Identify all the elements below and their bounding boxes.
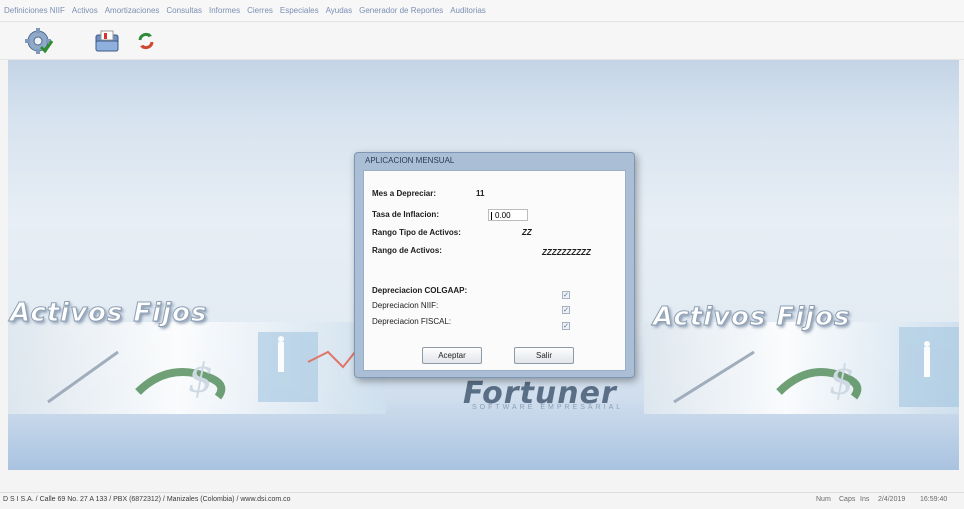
- folder-icon[interactable]: [92, 27, 122, 55]
- tasa-value: 0.00: [495, 211, 511, 220]
- caps-lock-indicator: Caps: [839, 496, 856, 503]
- menu-ayudas[interactable]: Ayudas: [326, 6, 353, 15]
- rango-tipo-label: Rango Tipo de Activos:: [372, 228, 461, 237]
- menu-bar: Definiciones NIIF Activos Amortizaciones…: [0, 0, 964, 22]
- dep-colgaap-checkbox[interactable]: ✓: [562, 291, 570, 299]
- insert-indicator: Ins: [860, 496, 870, 503]
- dep-niif-checkbox[interactable]: ✓: [562, 306, 570, 314]
- banner-left: $: [8, 322, 387, 414]
- menu-especiales[interactable]: Especiales: [280, 6, 319, 15]
- dialog-body: Mes a Depreciar: 11 Tasa de Inflacion: 0…: [363, 170, 626, 371]
- menu-informes[interactable]: Informes: [209, 6, 240, 15]
- banner-art-left: $: [47, 332, 387, 404]
- svg-text:$: $: [188, 356, 213, 402]
- toolbar: [0, 23, 964, 60]
- brand-subtitle: SOFTWARE EMPRESARIAL: [472, 404, 624, 411]
- menu-auditorias[interactable]: Auditorias: [450, 6, 486, 15]
- banner-title-left: Activos Fijos: [9, 298, 208, 329]
- dep-fiscal-label: Depreciacion FISCAL:: [372, 317, 452, 326]
- num-lock-indicator: Num: [816, 496, 831, 503]
- banner-art-right: $: [673, 327, 959, 407]
- aplicacion-mensual-dialog: APLICACION MENSUAL Mes a Depreciar: 11 T…: [354, 152, 635, 378]
- menu-generador-reportes[interactable]: Generador de Reportes: [359, 6, 443, 15]
- tasa-label: Tasa de Inflacion:: [372, 210, 439, 219]
- refresh-icon[interactable]: [132, 27, 162, 55]
- mes-label: Mes a Depreciar:: [372, 189, 437, 198]
- status-bar: D S I S.A. / Calle 69 No. 27 A 133 / PBX…: [0, 492, 964, 509]
- company-info: D S I S.A. / Calle 69 No. 27 A 133 / PBX…: [3, 496, 291, 503]
- mes-field[interactable]: 11: [476, 189, 484, 198]
- rango-tipo-field[interactable]: ZZ: [522, 228, 532, 237]
- dep-niif-label: Depreciacion NIIF:: [372, 301, 439, 310]
- rango-activos-field[interactable]: ZZZZZZZZZZ: [542, 248, 591, 257]
- status-date: 2/4/2019: [878, 496, 906, 503]
- tasa-input[interactable]: 0.00: [488, 209, 528, 221]
- banner-right: $: [644, 322, 959, 414]
- rango-activos-label: Rango de Activos:: [372, 246, 442, 255]
- aceptar-button[interactable]: Aceptar: [422, 347, 482, 364]
- dialog-title: APLICACION MENSUAL: [365, 156, 455, 165]
- dep-fiscal-checkbox[interactable]: ✓: [562, 322, 570, 330]
- menu-cierres[interactable]: Cierres: [247, 6, 273, 15]
- settings-icon[interactable]: [24, 27, 54, 55]
- salir-button[interactable]: Salir: [514, 347, 574, 364]
- dep-colgaap-label: Depreciacion COLGAAP:: [372, 286, 468, 295]
- menu-consultas[interactable]: Consultas: [166, 6, 202, 15]
- menu-amortizaciones[interactable]: Amortizaciones: [105, 6, 160, 15]
- banner-title-right: Activos Fijos: [652, 302, 851, 333]
- menu-activos[interactable]: Activos: [72, 6, 98, 15]
- svg-text:$: $: [829, 358, 854, 404]
- status-time: 16:59:40: [920, 496, 948, 503]
- menu-definiciones-niif[interactable]: Definiciones NIIF: [4, 6, 65, 15]
